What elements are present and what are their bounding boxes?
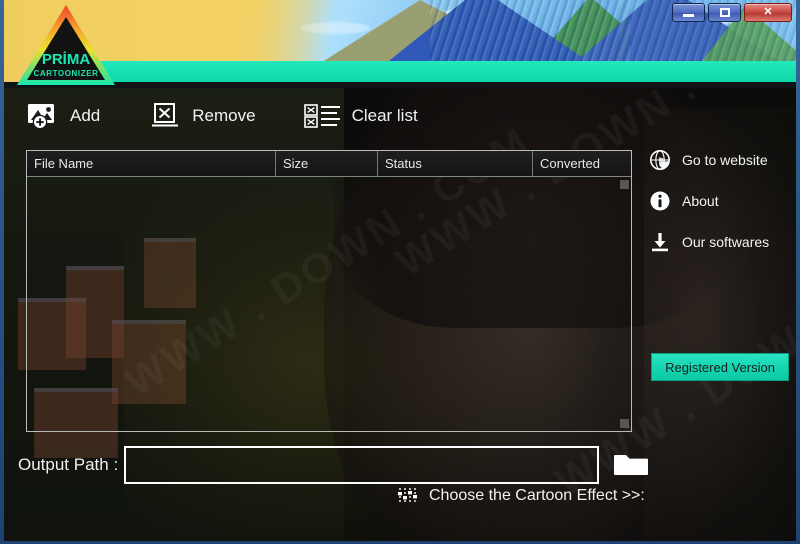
column-header-filename[interactable]: File Name <box>27 151 276 176</box>
titlebar-buttons: ✕ <box>672 3 792 22</box>
choose-cartoon-effect-button[interactable]: Choose the Cartoon Effect >>: <box>396 486 645 506</box>
column-header-status[interactable]: Status <box>378 151 533 176</box>
window-border-left <box>0 0 4 544</box>
file-list-scrollbar[interactable] <box>618 177 631 431</box>
choose-cartoon-effect-label: Choose the Cartoon Effect >>: <box>429 487 645 504</box>
download-icon <box>648 230 672 254</box>
remove-x-icon <box>148 100 182 132</box>
maximize-button[interactable] <box>708 3 741 22</box>
remove-button[interactable]: Remove <box>148 100 256 132</box>
clear-list-button[interactable]: Clear list <box>303 100 418 132</box>
sidebar-item-label: Go to website <box>682 152 768 168</box>
sidebar-item-go-to-website[interactable]: Go to website <box>648 148 794 172</box>
window-border-right <box>796 0 800 544</box>
sidebar-item-our-softwares[interactable]: Our softwares <box>648 230 794 254</box>
output-path-input[interactable] <box>124 446 600 484</box>
registered-version-label: Registered Version <box>665 359 775 375</box>
output-path-label: Output Path : <box>18 455 119 474</box>
header-teal-bar <box>70 61 800 83</box>
remove-button-label: Remove <box>192 106 256 125</box>
folder-icon <box>614 449 649 482</box>
info-icon <box>648 189 672 213</box>
toolbar: Add Remove Clear list <box>26 100 466 132</box>
clear-list-icon <box>303 100 342 132</box>
add-button-label: Add <box>70 106 101 125</box>
minimize-button[interactable] <box>672 3 705 22</box>
website-click-icon <box>648 148 672 172</box>
registered-version-button[interactable]: Registered Version <box>651 353 789 381</box>
sidebar-item-label: About <box>682 193 719 209</box>
scroll-down-icon[interactable] <box>620 419 629 428</box>
column-header-converted[interactable]: Converted <box>533 151 631 176</box>
close-button[interactable]: ✕ <box>744 3 792 22</box>
add-image-icon <box>26 100 60 132</box>
logo-name-secondary: CARTOONIZER <box>33 69 98 78</box>
scroll-up-icon[interactable] <box>620 180 629 189</box>
logo-name-primary: PRİMA <box>42 51 91 68</box>
application-window: PRİMA CARTOONIZER ✕ WWW . DOWN . COM WWW… <box>0 0 800 544</box>
browse-folder-button[interactable] <box>613 449 649 481</box>
clear-list-button-label: Clear list <box>351 106 418 125</box>
sidebar-item-about[interactable]: About <box>648 189 794 213</box>
file-list-header: File Name Size Status Converted <box>27 151 631 177</box>
close-icon: ✕ <box>763 6 773 18</box>
sliders-icon <box>396 486 420 506</box>
add-button[interactable]: Add <box>26 100 100 132</box>
app-logo: PRİMA CARTOONIZER <box>14 2 118 88</box>
maximize-icon <box>719 8 730 17</box>
file-list: File Name Size Status Converted <box>26 150 632 432</box>
file-list-body[interactable] <box>27 177 631 431</box>
sidebar-item-label: Our softwares <box>682 234 770 250</box>
column-header-size[interactable]: Size <box>276 151 378 176</box>
sidebar: Go to website About Our softwares <box>648 148 794 271</box>
output-path-row: Output Path : <box>18 446 649 484</box>
minimize-icon <box>683 13 694 17</box>
main-content: Add Remove Clear list File Name Size Sta… <box>0 88 800 544</box>
